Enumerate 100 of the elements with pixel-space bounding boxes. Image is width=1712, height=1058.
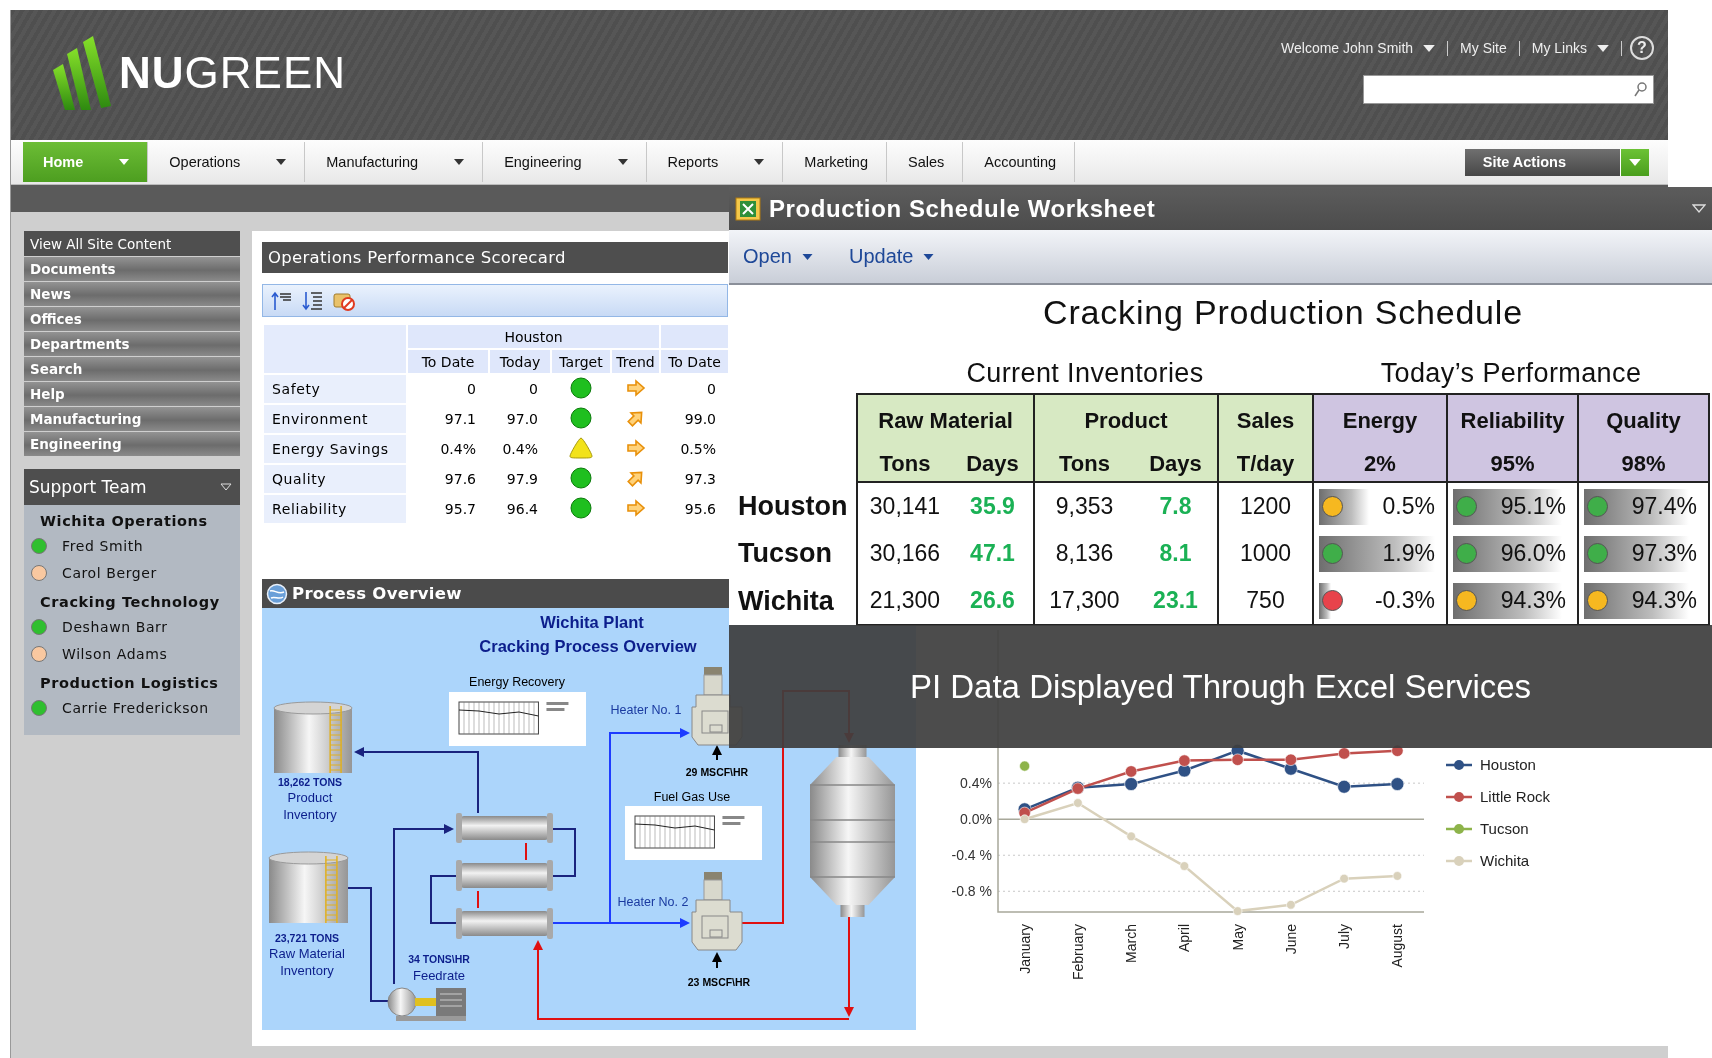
column-header: 98% (1578, 447, 1709, 482)
nav-tab[interactable]: Operations (148, 142, 306, 182)
column-group-header: Product (1034, 394, 1218, 447)
diagram-label: Heater No. 1 (610, 703, 682, 717)
column-header: Tons (857, 447, 952, 482)
nav-tab[interactable]: Accounting (963, 142, 1075, 182)
table-cell: 8.1 (1134, 530, 1218, 577)
row-header: Safety (263, 374, 407, 404)
row-header: Environment (263, 404, 407, 434)
diagram-value: 23 MSCF\HR (687, 976, 751, 988)
nav-tab[interactable]: Engineering (483, 142, 647, 182)
member-name: Wilson Adams (62, 645, 168, 662)
point (1125, 765, 1138, 778)
row-header: Houston (736, 482, 857, 530)
diagram-value: 23,721 TONS (275, 932, 339, 944)
help-button[interactable]: ? (1630, 36, 1654, 60)
section-heading: Current Inventories (965, 358, 1205, 389)
toolbar-menu[interactable]: Open (743, 245, 813, 268)
member-name: Deshawn Barr (62, 618, 168, 635)
nav-tab[interactable]: Sales (887, 142, 964, 182)
point (1232, 906, 1243, 916)
column-header: 2% (1313, 447, 1447, 482)
column-header: 95% (1447, 447, 1578, 482)
sidebar-item[interactable]: View All Site Content (24, 231, 240, 256)
diagram-value: 29 MSCF\HR (685, 766, 749, 778)
point (1126, 831, 1136, 842)
diagram-title: Cracking Process Overview (479, 637, 697, 655)
table-cell: 1000 (1218, 530, 1313, 577)
axis-tick-label: March (1123, 924, 1140, 963)
axis-tick-label: June (1282, 924, 1299, 955)
header-link[interactable]: Welcome John Smith (1269, 40, 1449, 56)
row-header: Wichita (736, 577, 857, 625)
axis-tick-label: -0.8 % (951, 883, 992, 900)
point (1339, 873, 1349, 884)
group-title: Wichita Operations (39, 512, 209, 531)
toolbar-menu[interactable]: Update (848, 245, 935, 268)
point (1073, 798, 1083, 808)
nav-tab[interactable]: Reports (646, 142, 784, 182)
cell-value: 96.0% (1500, 540, 1566, 567)
row-header: Tucson (736, 530, 857, 577)
axis-tick-label: -0.4 % (951, 847, 992, 864)
point (1178, 754, 1191, 767)
table-cell: 30,141 (857, 482, 952, 530)
point (1124, 777, 1138, 791)
point (1390, 777, 1405, 791)
axis-tick-label: July (1336, 924, 1353, 949)
legend-label: Wichita (1480, 852, 1530, 869)
cell-value: 1.9% (1382, 540, 1435, 567)
table-cell: 9,353 (1034, 482, 1134, 530)
point (1284, 753, 1297, 766)
point (1286, 900, 1296, 910)
nav-tab[interactable]: Marketing (783, 142, 887, 182)
point (1337, 779, 1351, 794)
panel-title: Operations Performance Scorecard (262, 242, 728, 273)
column-group-header: Sales (1218, 394, 1313, 447)
section-heading: Today’s Performance (1379, 358, 1643, 389)
sidebar-item[interactable]: Offices (24, 307, 240, 331)
member-name: Carrie Frederickson (62, 699, 209, 716)
window-title: Production Schedule Worksheet (769, 194, 1157, 223)
header-link[interactable]: My Links (1519, 40, 1622, 56)
diagram-title: Wichita Plant (540, 613, 644, 631)
column-group-header: Quality (1578, 394, 1709, 447)
sidebar-item[interactable]: Search (24, 357, 240, 381)
nav-tab[interactable]: Manufacturing (305, 142, 484, 182)
cell-value: 0.5% (1382, 493, 1435, 520)
axis-tick-label: May (1229, 924, 1246, 951)
caption-text: PI Data Displayed Through Excel Services (909, 667, 1532, 706)
header-link[interactable]: My Site (1448, 40, 1520, 56)
table-cell: 1200 (1218, 482, 1313, 530)
column-header: Days (952, 447, 1034, 482)
sidebar-item[interactable]: Help (24, 382, 240, 406)
table-cell: 8,136 (1034, 530, 1134, 577)
table-cell: 7.8 (1134, 482, 1218, 530)
legend-label: Tucson (1480, 820, 1529, 837)
sidebar-item[interactable]: Documents (24, 257, 240, 281)
cell-value: 95.1% (1500, 493, 1566, 520)
legend-item: Houston (1446, 756, 1536, 773)
cell-value: 94.3% (1500, 587, 1566, 614)
diagram-label: Fuel Gas Use (653, 790, 731, 804)
cell-value: -0.3% (1374, 587, 1435, 614)
diagram-value: 18,262 TONS (278, 776, 342, 788)
axis-tick-label: February (1069, 924, 1086, 981)
axis-tick-label: August (1389, 924, 1406, 968)
panel-title: Process Overview (292, 584, 462, 603)
diagram-label: Feedrate (413, 968, 465, 983)
sidebar-item[interactable]: Manufacturing (24, 407, 240, 431)
diagram-label: Product (287, 790, 333, 805)
column-header: Tons (1034, 447, 1134, 482)
sidebar-item[interactable]: News (24, 282, 240, 306)
group-title: Cracking Technology (39, 593, 221, 612)
legend-label: Little Rock (1480, 788, 1551, 805)
axis-tick-label: 0.0% (960, 811, 992, 828)
diagram-value: 34 TONS\HR (408, 953, 470, 965)
column-group-header: Reliability (1447, 394, 1578, 447)
diagram-label: Raw Material (269, 946, 345, 961)
site-actions-button[interactable]: Site Actions (1464, 148, 1649, 176)
sidebar-item[interactable]: Engineering (24, 432, 240, 456)
sidebar-item[interactable]: Departments (24, 332, 240, 356)
cell-value: 94.3% (1631, 587, 1697, 614)
table-cell: 47.1 (952, 530, 1034, 577)
